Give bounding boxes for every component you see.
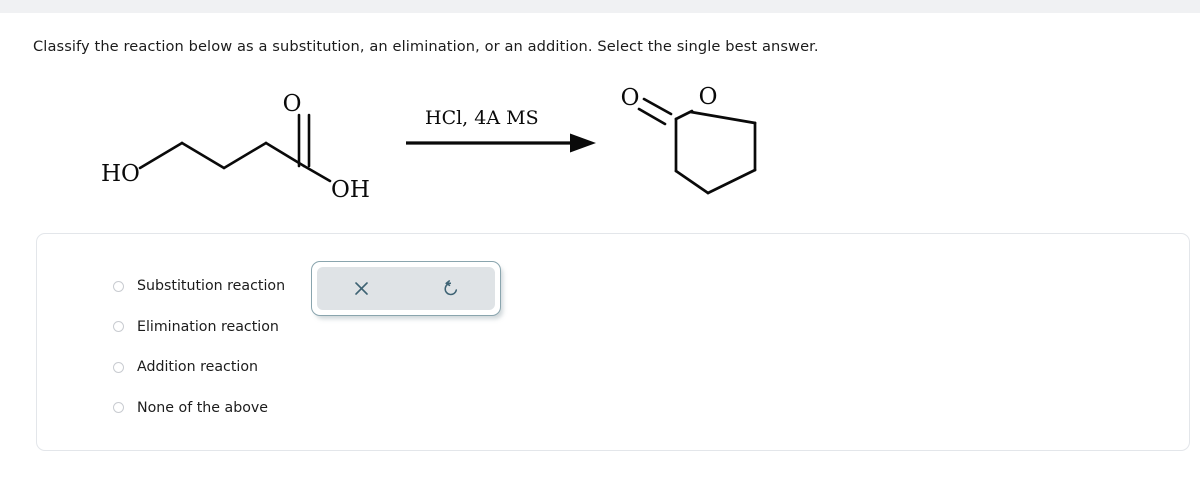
reaction-conditions-label: HCl, 4A MS	[425, 107, 539, 129]
reactant-ho-label: HO	[101, 161, 140, 187]
option-label-elimination: Elimination reaction	[137, 318, 279, 335]
reaction-scheme: HO OH O O O	[0, 78, 1200, 208]
clear-icon	[355, 282, 368, 295]
option-substitution[interactable]: Substitution reaction	[113, 266, 285, 307]
option-addition[interactable]: Addition reaction	[113, 347, 285, 388]
answer-card: Substitution reaction Elimination reacti…	[36, 233, 1190, 451]
undo-icon	[444, 279, 457, 295]
page-root: Classify the reaction below as a substit…	[0, 0, 1200, 503]
question-prompt: Classify the reaction below as a substit…	[33, 38, 819, 55]
option-label-addition: Addition reaction	[137, 359, 259, 376]
reactant-carbonyl-o-label: O	[283, 91, 302, 117]
undo-button[interactable]	[406, 267, 495, 310]
product-carbonyl-o-label: O	[621, 85, 640, 111]
answer-tool-panel-inner	[317, 267, 495, 310]
clear-button[interactable]	[317, 267, 406, 310]
product-ring-o-label: O	[699, 84, 718, 110]
reaction-arrow	[406, 133, 596, 153]
answer-tool-panel	[311, 261, 501, 316]
reactant-oh-label: OH	[331, 177, 370, 203]
radio-button-substitution[interactable]	[113, 280, 124, 292]
browser-top-strip	[0, 0, 1200, 13]
reactant-structure	[138, 113, 332, 183]
option-label-substitution: Substitution reaction	[137, 278, 286, 295]
option-elimination[interactable]: Elimination reaction	[113, 307, 285, 348]
radio-button-none-of-the-above[interactable]	[113, 402, 124, 414]
radio-button-addition[interactable]	[113, 361, 124, 373]
option-label-none-of-the-above: None of the above	[137, 399, 269, 416]
answer-options-list: Substitution reaction Elimination reacti…	[113, 266, 285, 428]
product-structure	[637, 97, 757, 195]
option-none-of-the-above[interactable]: None of the above	[113, 388, 285, 429]
radio-button-elimination[interactable]	[113, 321, 124, 333]
